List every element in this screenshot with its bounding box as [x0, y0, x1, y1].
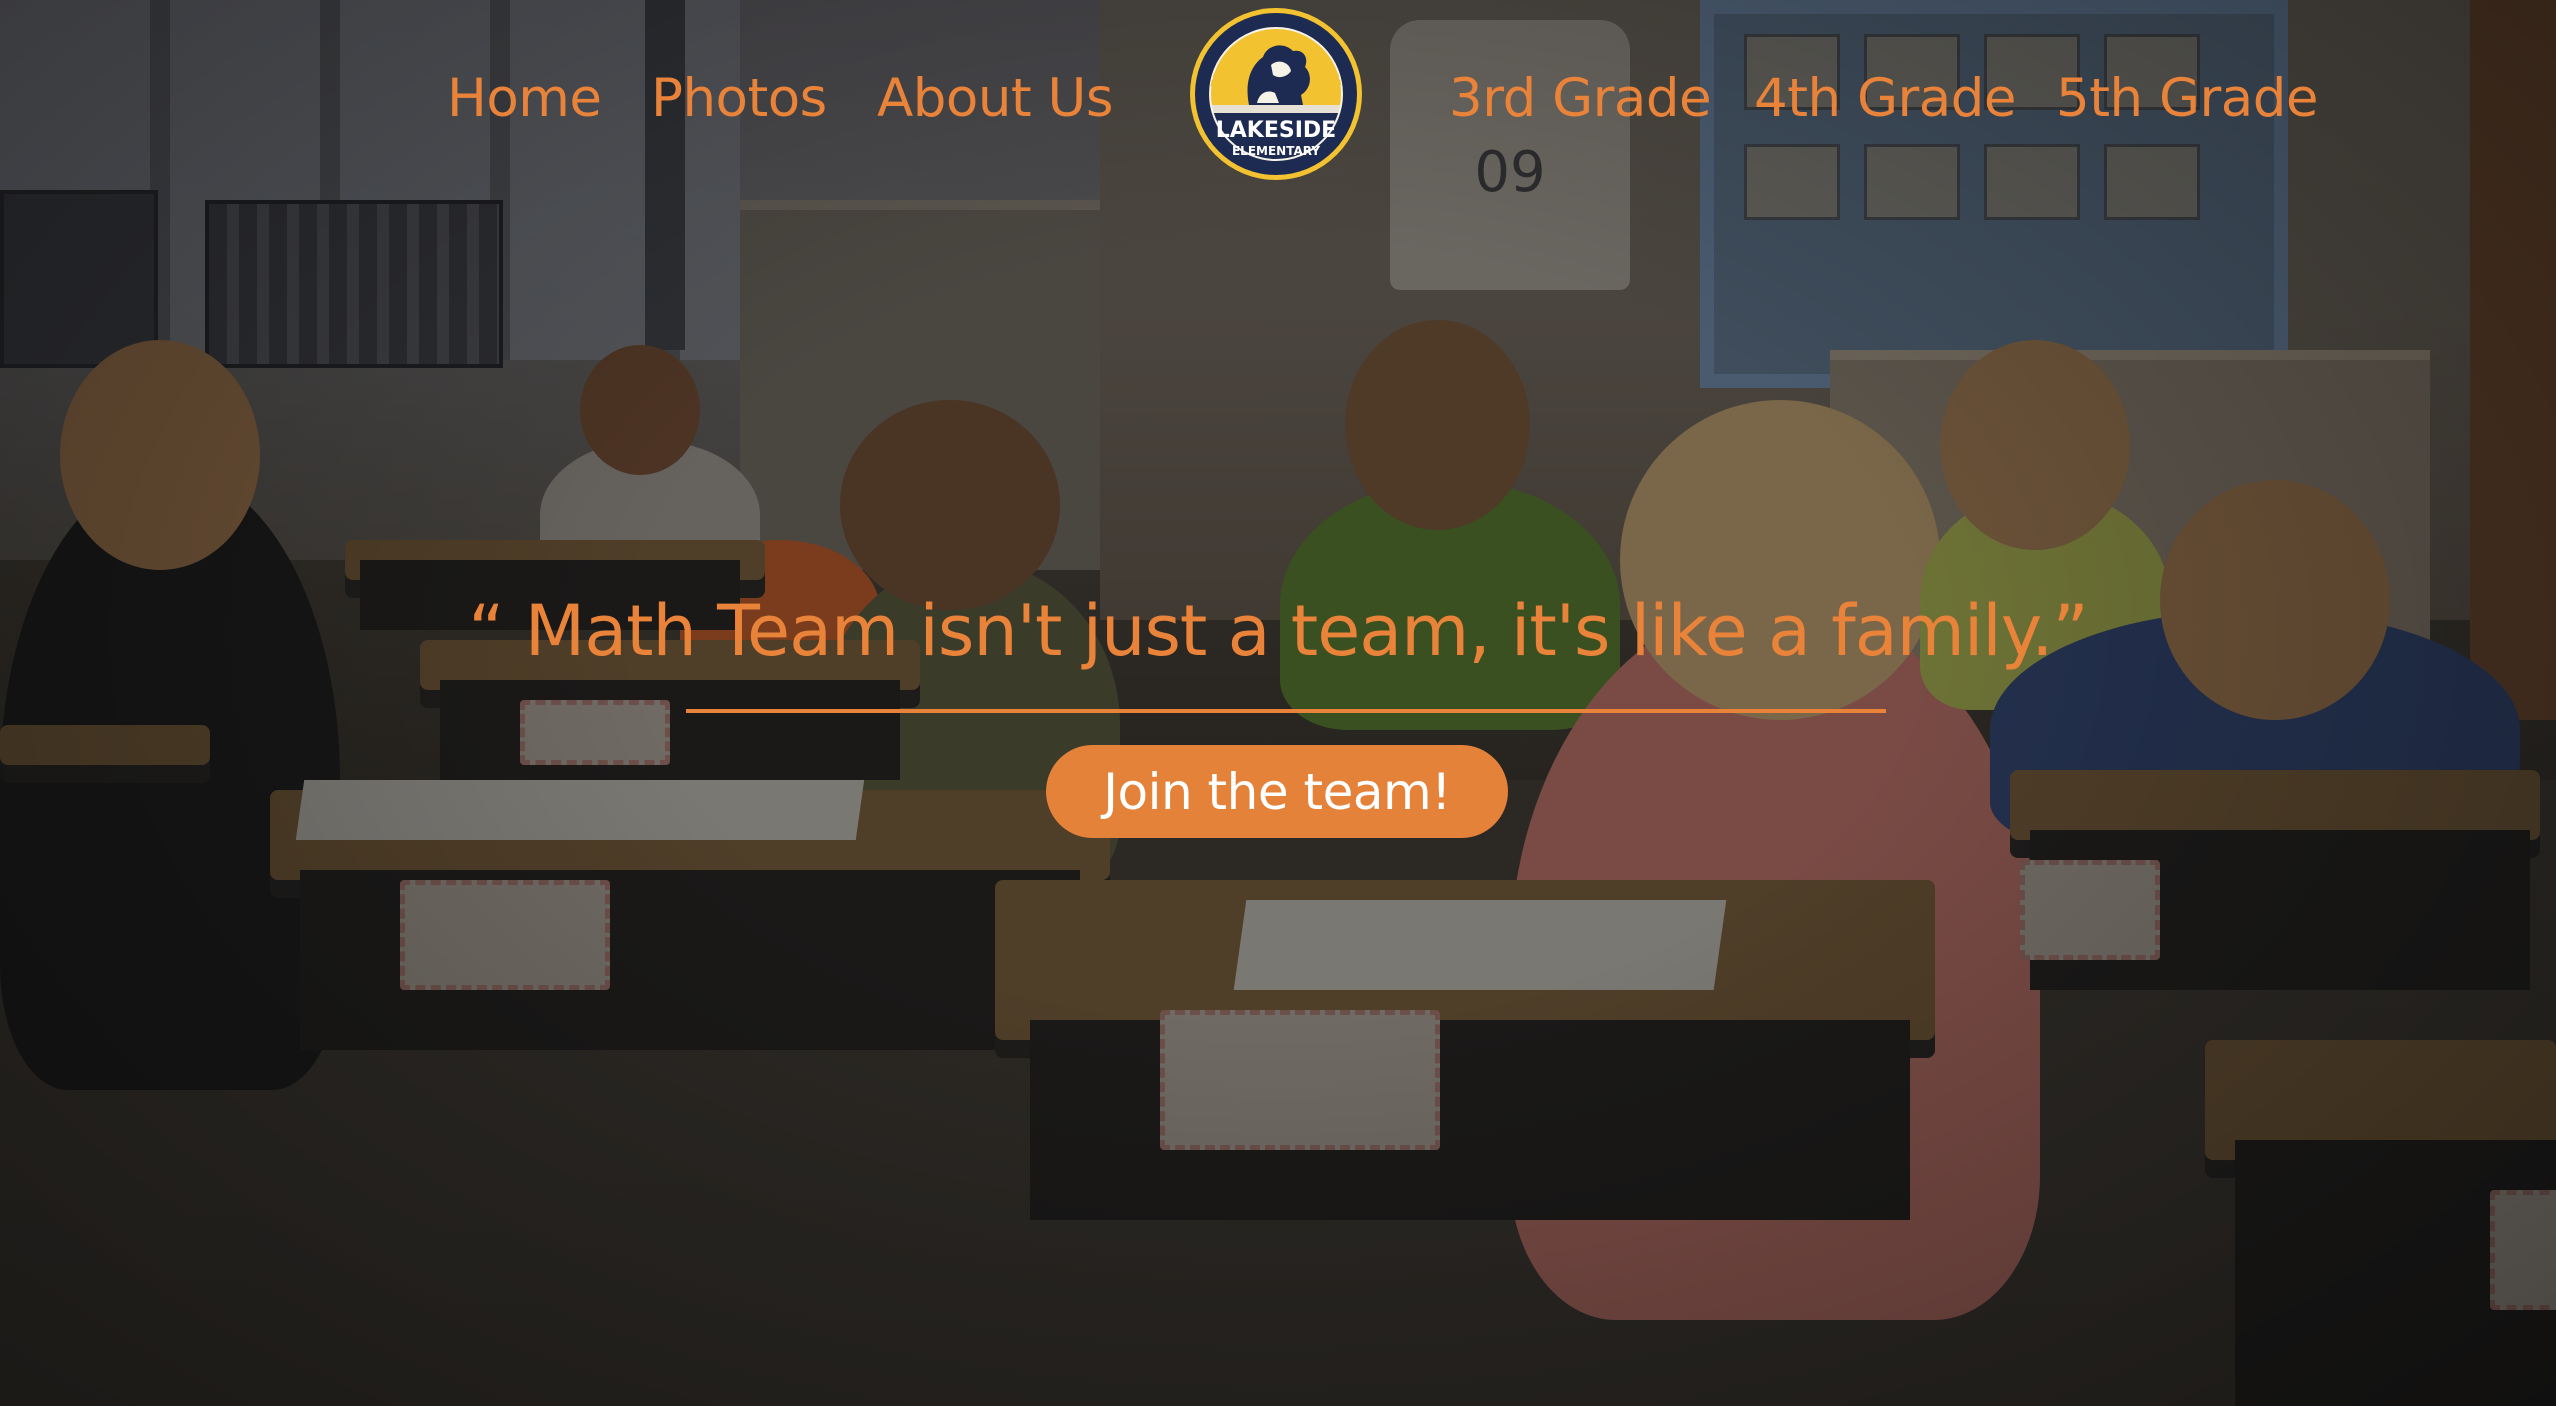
nav-link-about-us[interactable]: About Us — [877, 68, 1113, 129]
school-logo[interactable]: TRADITION OF EXCELLENCE LAKESIDE ELEMENT… — [1187, 5, 1365, 183]
nav-link-4th-grade[interactable]: 4th Grade — [1754, 68, 2017, 129]
join-team-button[interactable]: Join the team! — [1046, 745, 1508, 838]
nav-link-3rd-grade[interactable]: 3rd Grade — [1449, 68, 1712, 129]
logo-name: LAKESIDE — [1216, 118, 1336, 143]
quote-divider — [686, 709, 1886, 713]
hero-quote: “ Math Team isn't just a team, it's like… — [468, 590, 2088, 672]
nav-link-5th-grade[interactable]: 5th Grade — [2056, 68, 2319, 129]
logo-subtitle: ELEMENTARY — [1232, 144, 1320, 158]
hero-section: 09 Home Photos About Us — [0, 0, 2556, 1406]
nav-link-photos[interactable]: Photos — [651, 68, 827, 129]
nav-link-home[interactable]: Home — [447, 68, 602, 129]
lakeside-lion-logo: TRADITION OF EXCELLENCE LAKESIDE ELEMENT… — [1190, 8, 1362, 180]
dark-overlay — [0, 0, 2556, 1406]
